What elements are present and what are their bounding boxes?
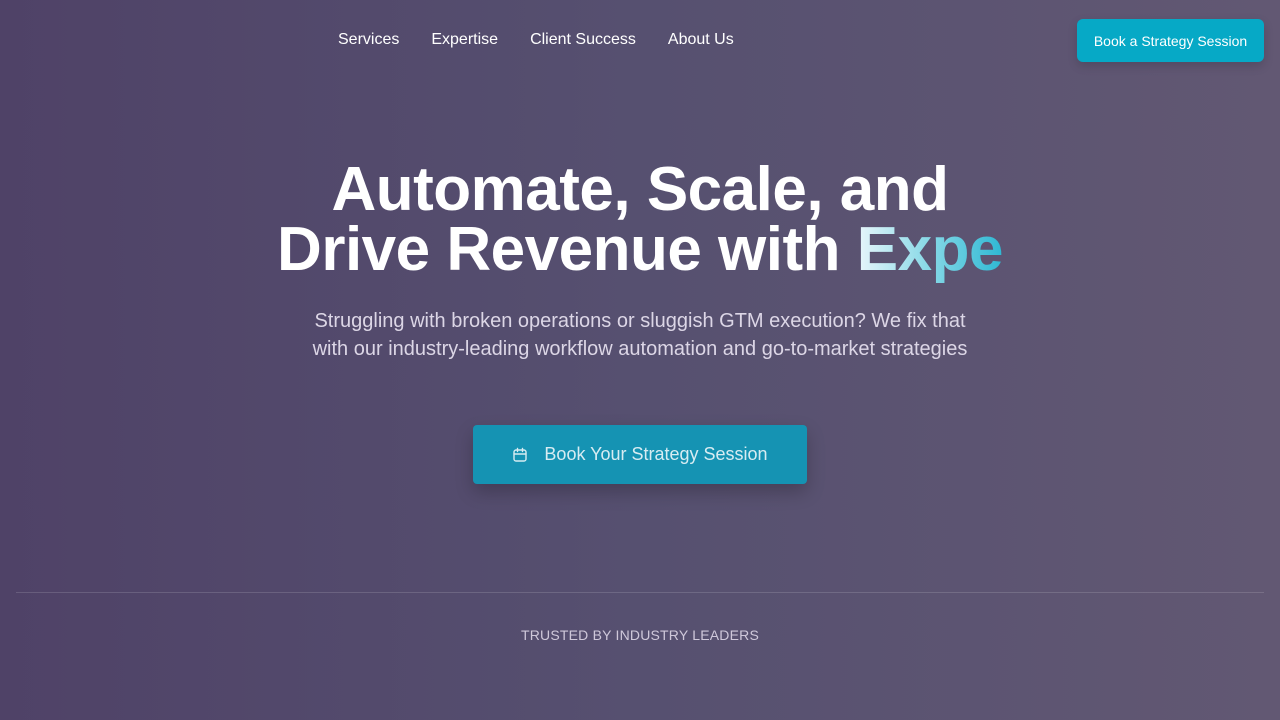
hero-subtitle: Struggling with broken operations or slu… [312,310,968,360]
nav-link-client-success[interactable]: Client Success [530,30,636,50]
trusted-by-label: TRUSTED BY INDUSTRY LEADERS [520,627,759,643]
nav-links: Services Expertise Client Success About … [338,30,734,50]
hero-title: Automate, Scale, and Drive Revenue with … [0,155,1280,281]
hero-title-line-2: Drive Revenue with Expe [0,219,1280,281]
book-your-strategy-session-button[interactable]: Book Your Strategy Session [473,425,807,484]
hero-title-accent: Expe [856,215,1004,284]
nav-link-services[interactable]: Services [338,30,399,50]
hero-title-line-1: Automate, Scale, and [331,155,949,224]
nav-link-about-us[interactable]: About Us [668,30,734,50]
calendar-icon [513,447,528,462]
hero-cta-label: Book Your Strategy Session [544,444,768,464]
hero-title-line-2-text: Drive Revenue with [277,215,857,284]
top-navigation: Services Expertise Client Success About … [0,0,1280,80]
section-divider [16,592,1264,593]
book-strategy-session-button[interactable]: Book a Strategy Session [1077,19,1264,62]
nav-link-expertise[interactable]: Expertise [431,30,498,50]
